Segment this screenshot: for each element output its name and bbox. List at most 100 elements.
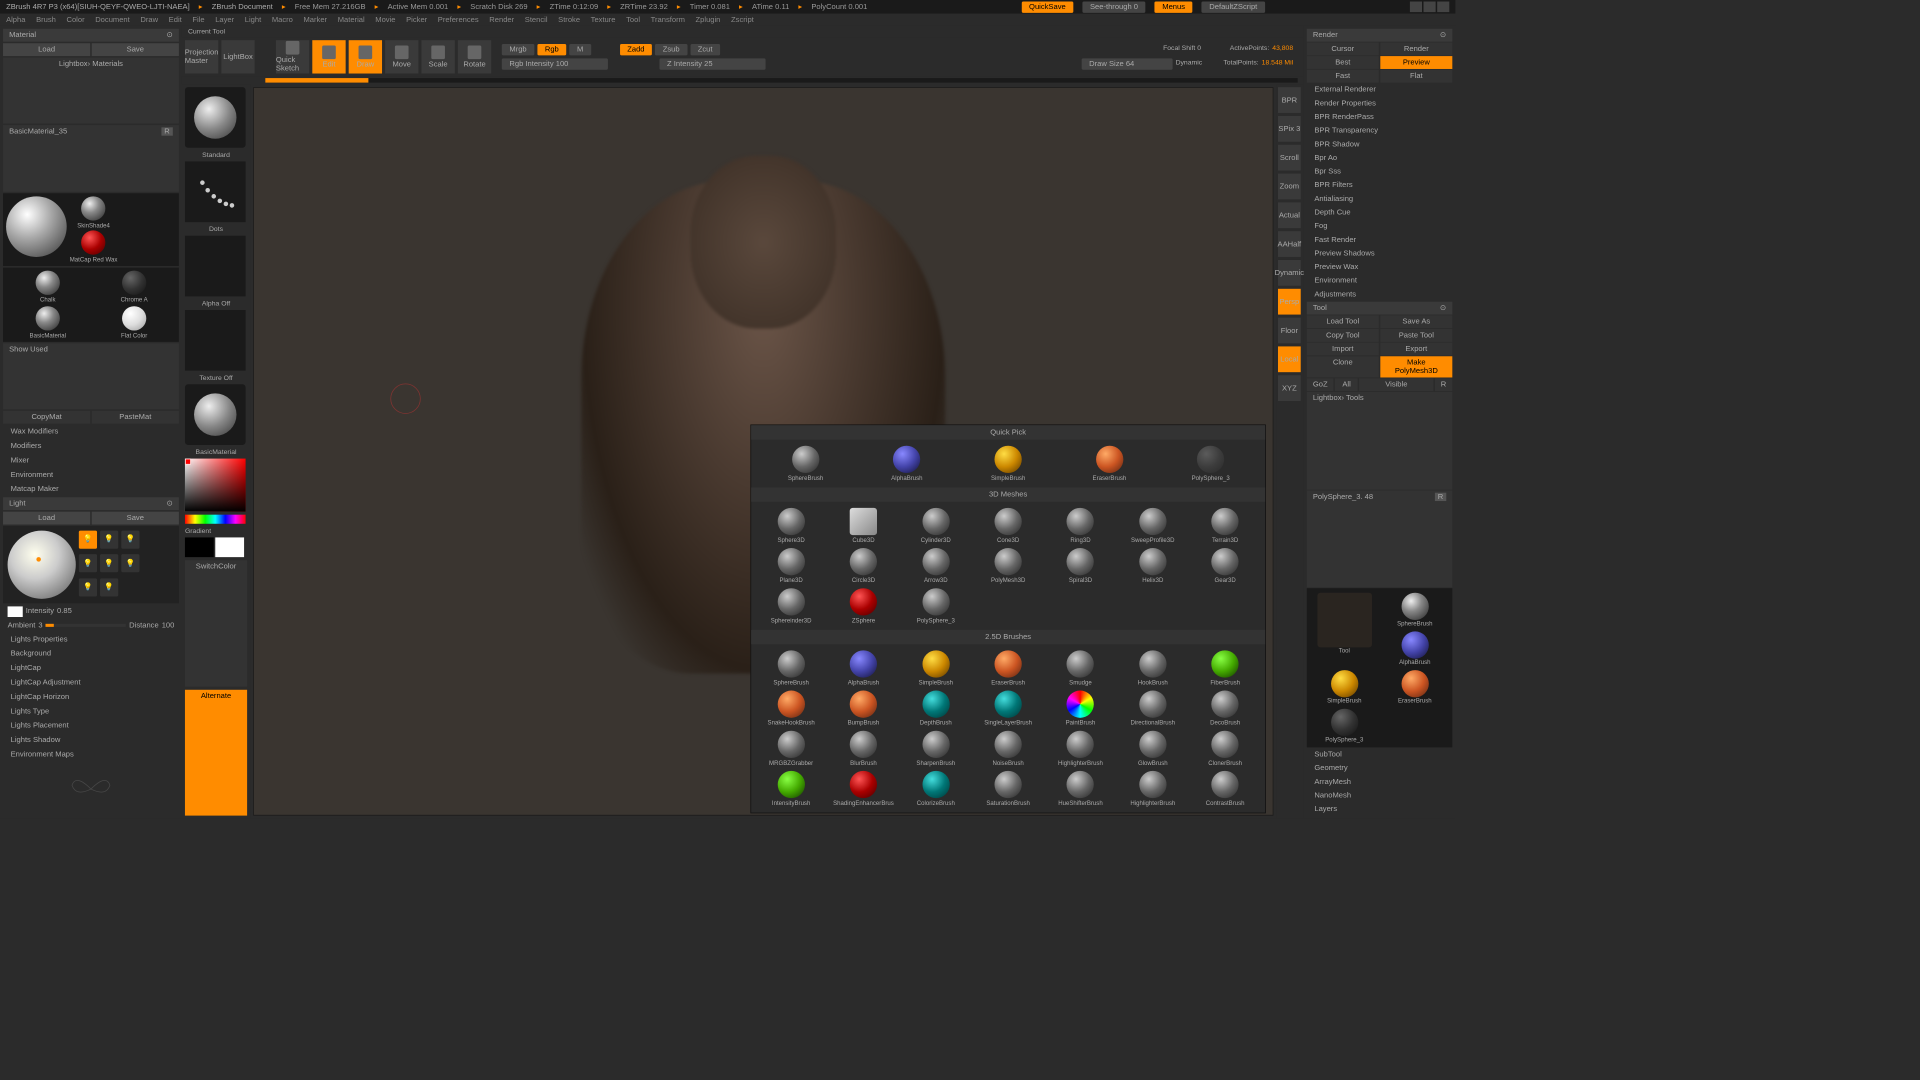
aahalf-button[interactable]: AAHalf [1278, 231, 1301, 257]
save-material-button[interactable]: Save [92, 43, 179, 56]
popup-item[interactable]: Terrain3D [1190, 506, 1261, 545]
popup-item[interactable]: BlurBrush [828, 729, 899, 768]
section-mixer[interactable]: Mixer [3, 454, 179, 467]
copytool-button[interactable]: Copy Tool [1307, 329, 1379, 342]
popup-item[interactable]: Ring3D [1045, 506, 1116, 545]
tool-thumb[interactable] [1331, 670, 1358, 697]
section-item[interactable]: Environment [1307, 274, 1453, 287]
popup-item[interactable]: SingleLayerBrush [973, 689, 1044, 728]
tool-thumb[interactable] [1401, 670, 1428, 697]
section-wax[interactable]: Wax Modifiers [3, 425, 179, 438]
popup-item[interactable]: Plane3D [756, 547, 827, 586]
menu-item[interactable]: Picker [406, 16, 427, 24]
section-item[interactable]: Fast Render [1307, 233, 1453, 246]
popup-item[interactable]: DirectionalBrush [1117, 689, 1188, 728]
popup-item[interactable]: IntensityBrush [756, 769, 827, 808]
flat-button[interactable]: Flat [1380, 70, 1452, 83]
popup-item[interactable]: PaintBrush [1045, 689, 1116, 728]
z-intensity-slider[interactable]: Z Intensity 25 [659, 58, 765, 69]
menu-item[interactable]: Document [95, 16, 130, 24]
section-item[interactable]: Fog [1307, 220, 1453, 233]
light-slot-7[interactable]: 💡 [79, 578, 97, 596]
local-button[interactable]: Local [1278, 346, 1301, 372]
draw-button[interactable]: Draw [349, 40, 382, 73]
zsub-button[interactable]: Zsub [655, 44, 687, 55]
section-item[interactable]: Environment Maps [3, 748, 179, 761]
section-item[interactable]: Antialiasing [1307, 193, 1453, 206]
section-item[interactable]: Bpr Sss [1307, 165, 1453, 178]
menu-item[interactable]: Draw [140, 16, 158, 24]
menu-item[interactable]: Stencil [525, 16, 548, 24]
section-item[interactable]: Preview Wax [1307, 261, 1453, 274]
menu-item[interactable]: Layer [215, 16, 234, 24]
section-item[interactable]: BPR Shadow [1307, 138, 1453, 151]
color-picker[interactable] [185, 459, 246, 512]
material-preview-small[interactable] [185, 384, 246, 445]
section-subtool[interactable]: SubTool [1307, 748, 1453, 761]
maximize-icon[interactable] [1424, 2, 1436, 13]
alternate-button[interactable]: Alternate [185, 689, 247, 815]
material-breadcrumb[interactable]: Lightbox› Materials [3, 58, 179, 124]
popup-item[interactable]: PolySphere_3 [1161, 444, 1261, 483]
menu-item[interactable]: Movie [375, 16, 395, 24]
saveas-button[interactable]: Save As [1380, 315, 1452, 328]
best-button[interactable]: Best [1307, 56, 1379, 69]
menu-item[interactable]: Marker [303, 16, 327, 24]
popup-item[interactable]: PolySphere_3 [900, 587, 971, 626]
zadd-button[interactable]: Zadd [620, 44, 652, 55]
quicksave-button[interactable]: QuickSave [1021, 1, 1073, 12]
edit-button[interactable]: Edit [312, 40, 345, 73]
menu-item[interactable]: Color [66, 16, 84, 24]
save-light-button[interactable]: Save [92, 512, 179, 525]
focal-shift-slider[interactable]: Focal Shift 0 [1163, 44, 1201, 55]
all-button[interactable]: All [1335, 378, 1358, 391]
material-thumb[interactable] [81, 230, 105, 254]
actual-button[interactable]: Actual [1278, 202, 1301, 228]
light-color[interactable] [8, 606, 23, 617]
popup-item[interactable]: SimpleBrush [958, 444, 1058, 483]
popup-item[interactable]: Sphere3D [756, 506, 827, 545]
goz-button[interactable]: GoZ [1307, 378, 1334, 391]
popup-item[interactable]: DepthBrush [900, 689, 971, 728]
section-item[interactable]: Adjustments [1307, 288, 1453, 301]
popup-item[interactable]: SharpenBrush [900, 729, 971, 768]
tool-thumb[interactable] [1401, 593, 1428, 620]
menus-button[interactable]: Menus [1155, 1, 1193, 12]
popup-item[interactable]: Circle3D [828, 547, 899, 586]
rotate-button[interactable]: Rotate [458, 40, 491, 73]
popup-item[interactable]: EraserBrush [973, 649, 1044, 688]
menu-item[interactable]: Material [338, 16, 365, 24]
floor-button[interactable]: Floor [1278, 318, 1301, 344]
collapse-icon[interactable]: ⊙ [166, 500, 172, 508]
section-matcap[interactable]: Matcap Maker [3, 483, 179, 496]
quicksketch-button[interactable]: Quick Sketch [276, 40, 309, 73]
rgb-intensity-slider[interactable]: Rgb Intensity 100 [502, 58, 608, 69]
r-button[interactable]: R [1435, 378, 1453, 391]
section-modifiers[interactable]: Modifiers [3, 440, 179, 453]
hue-slider[interactable] [185, 515, 246, 524]
section-item[interactable]: BPR Filters [1307, 179, 1453, 192]
switchcolor-button[interactable]: SwitchColor [185, 560, 247, 686]
render-button[interactable]: Render [1380, 42, 1452, 55]
scroll-button[interactable]: Scroll [1278, 145, 1301, 171]
load-light-button[interactable]: Load [3, 512, 90, 525]
material-thumb[interactable] [122, 270, 146, 294]
alpha-preview[interactable] [185, 236, 246, 297]
popup-item[interactable]: ClonerBrush [1190, 729, 1261, 768]
popup-item[interactable]: SnakeHookBrush [756, 689, 827, 728]
section-item[interactable]: Background [3, 647, 179, 660]
section-item[interactable]: Preview Shadows [1307, 247, 1453, 260]
pastetool-button[interactable]: Paste Tool [1380, 329, 1452, 342]
brush-preview[interactable] [185, 87, 246, 148]
seethrough-slider[interactable]: See-through 0 [1082, 1, 1145, 12]
light-slot-1[interactable]: 💡 [79, 531, 97, 549]
popup-item[interactable]: Cone3D [973, 506, 1044, 545]
section-item[interactable]: Lights Placement [3, 719, 179, 732]
draw-size-slider[interactable]: Draw Size 64 [1082, 58, 1173, 69]
defaultscript-button[interactable]: DefaultZScript [1202, 1, 1265, 12]
pastemat-button[interactable]: PasteMat [92, 411, 179, 424]
persp-button[interactable]: Persp [1278, 289, 1301, 315]
preview-button[interactable]: Preview [1380, 56, 1452, 69]
section-item[interactable]: Lights Properties [3, 633, 179, 646]
light-slot-2[interactable]: 💡 [100, 531, 118, 549]
